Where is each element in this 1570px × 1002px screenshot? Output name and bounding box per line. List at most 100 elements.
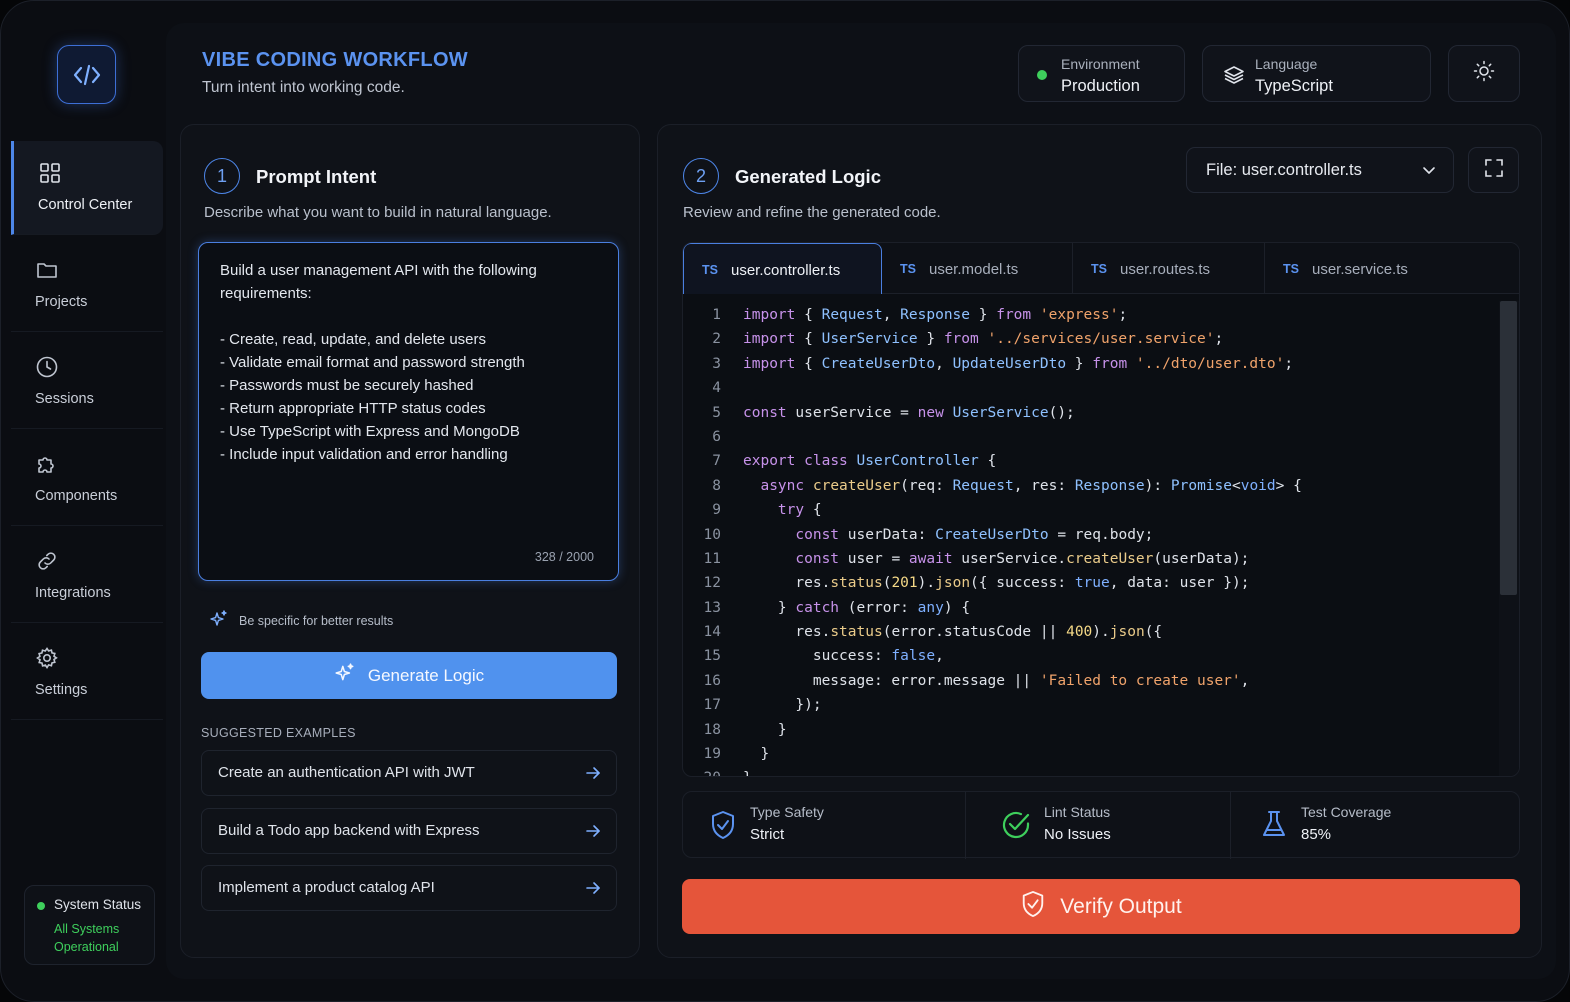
line-number: 17 bbox=[703, 697, 721, 714]
code-line: 6 bbox=[683, 425, 1499, 449]
ts-badge: TS bbox=[1091, 262, 1107, 276]
metric-value: No Issues bbox=[1044, 826, 1111, 843]
metric-value: 85% bbox=[1301, 826, 1332, 843]
main-panel: VIBE CODING WORKFLOW Turn intent into wo… bbox=[166, 23, 1556, 979]
tab-label: user.controller.ts bbox=[731, 262, 841, 279]
scrollbar-thumb[interactable] bbox=[1500, 301, 1517, 595]
line-number: 19 bbox=[703, 746, 721, 763]
code-line: 20} bbox=[683, 766, 1499, 776]
line-number: 10 bbox=[703, 526, 721, 543]
flask-icon bbox=[1261, 809, 1287, 844]
code-metrics: Type Safety Strict Lint Status No Issues bbox=[682, 791, 1520, 859]
sidebar-item-components[interactable]: Components bbox=[11, 432, 163, 526]
app-window: Control Center Projects Sessions Compone… bbox=[0, 0, 1570, 1002]
code-content[interactable]: 1 import { Request, Response } from 'expr… bbox=[683, 303, 1499, 776]
line-number: 2 bbox=[712, 331, 721, 348]
shield-check-icon bbox=[1020, 890, 1046, 924]
sparkle-icon bbox=[209, 609, 229, 632]
language-label: Language bbox=[1255, 56, 1318, 72]
language-selector[interactable]: Language TypeScript bbox=[1202, 45, 1431, 102]
ts-badge: TS bbox=[900, 262, 916, 276]
layers-icon bbox=[1223, 64, 1245, 91]
line-number: 8 bbox=[712, 477, 721, 494]
theme-toggle-button[interactable] bbox=[1448, 45, 1520, 102]
line-number: 18 bbox=[703, 721, 721, 738]
gear-icon bbox=[35, 646, 59, 670]
grid-icon bbox=[38, 161, 62, 185]
environment-status-dot bbox=[1037, 70, 1047, 80]
file-tabs: TS user.controller.ts TS user.model.ts T… bbox=[683, 243, 1519, 294]
prompt-intent-card: 1 Prompt Intent Describe what you want t… bbox=[180, 124, 640, 958]
code-text: } bbox=[760, 746, 770, 763]
sidebar-item-label: Components bbox=[35, 488, 118, 504]
step-number: 1 bbox=[204, 158, 240, 194]
verify-output-button[interactable]: Verify Output bbox=[682, 879, 1520, 934]
line-number: 1 bbox=[712, 307, 721, 323]
line-number: 5 bbox=[712, 404, 721, 421]
line-number: 3 bbox=[712, 355, 721, 372]
code-text: try { bbox=[777, 502, 822, 519]
link-icon bbox=[35, 549, 59, 573]
line-number: 9 bbox=[712, 502, 721, 519]
sidebar-item-sessions[interactable]: Sessions bbox=[11, 335, 163, 429]
code-text: const userService = new UserService(); bbox=[743, 404, 1075, 421]
code-line: 17 }); bbox=[683, 693, 1499, 717]
code-line: 7 export class UserController { bbox=[683, 449, 1499, 473]
generate-logic-button[interactable]: Generate Logic bbox=[201, 652, 617, 699]
prompt-textarea[interactable]: Build a user management API with the fol… bbox=[198, 242, 619, 581]
sparkle-icon bbox=[334, 662, 356, 689]
code-line: 15 success: false, bbox=[683, 644, 1499, 668]
code-text: import { UserService } from '../services… bbox=[743, 331, 1224, 348]
status-title: System Status bbox=[54, 897, 142, 912]
code-line: 9 try { bbox=[683, 498, 1499, 522]
code-text: async createUser(req: Request, res: Resp… bbox=[760, 477, 1302, 494]
suggestion-item[interactable]: Build a Todo app backend with Express bbox=[201, 808, 617, 854]
code-line: 12 res.status(201).json({ success: true,… bbox=[683, 571, 1499, 595]
file-selector[interactable]: File: user.controller.ts bbox=[1186, 147, 1454, 193]
code-icon[interactable] bbox=[57, 45, 116, 104]
fullscreen-button[interactable] bbox=[1468, 147, 1519, 193]
folder-icon bbox=[35, 258, 59, 282]
suggestion-item[interactable]: Implement a product catalog API bbox=[201, 865, 617, 911]
prompt-text[interactable]: Build a user management API with the fol… bbox=[220, 259, 600, 466]
code-line: 18 } bbox=[683, 718, 1499, 742]
arrow-right-icon bbox=[584, 822, 602, 845]
system-status-card: System Status All Systems Operational bbox=[24, 885, 155, 965]
code-line: 1 import { Request, Response } from 'expr… bbox=[683, 303, 1499, 327]
code-line: 10 const userData: CreateUserDto = req.b… bbox=[683, 523, 1499, 547]
suggestion-label: Implement a product catalog API bbox=[218, 879, 435, 896]
tab-user-service[interactable]: TS user.service.ts bbox=[1265, 243, 1519, 294]
metric-label: Lint Status bbox=[1044, 804, 1111, 820]
environment-selector[interactable]: Environment Production bbox=[1018, 45, 1185, 102]
sidebar-item-projects[interactable]: Projects bbox=[11, 238, 163, 332]
expand-icon bbox=[1484, 158, 1504, 183]
status-value: All Systems Operational bbox=[54, 922, 120, 954]
arrow-right-icon bbox=[584, 879, 602, 902]
sidebar-item-integrations[interactable]: Integrations bbox=[11, 529, 163, 623]
sidebar-item-label: Settings bbox=[35, 682, 88, 698]
tab-user-model[interactable]: TS user.model.ts bbox=[882, 243, 1073, 294]
status-dot bbox=[37, 902, 45, 910]
code-editor[interactable]: TS user.controller.ts TS user.model.ts T… bbox=[682, 242, 1520, 777]
line-number: 4 bbox=[712, 380, 721, 397]
line-number: 14 bbox=[703, 624, 721, 641]
sidebar-item-control-center[interactable]: Control Center bbox=[11, 141, 163, 235]
generated-logic-card: 2 Generated Logic Review and refine the … bbox=[657, 124, 1542, 958]
arrow-right-icon bbox=[584, 764, 602, 787]
code-text: const userData: CreateUserDto = req.body… bbox=[795, 526, 1154, 543]
page-title: VIBE CODING WORKFLOW bbox=[202, 49, 468, 71]
tab-label: user.routes.ts bbox=[1120, 261, 1211, 278]
code-text: success: false, bbox=[812, 648, 944, 665]
tab-user-controller[interactable]: TS user.controller.ts bbox=[683, 243, 882, 294]
tab-user-routes[interactable]: TS user.routes.ts bbox=[1073, 243, 1265, 294]
code-text: const user = await userService.createUse… bbox=[795, 550, 1250, 567]
page-subtitle: Turn intent into working code. bbox=[202, 79, 405, 96]
code-line: 13 } catch (error: any) { bbox=[683, 596, 1499, 620]
sidebar-item-settings[interactable]: Settings bbox=[11, 626, 163, 720]
code-text: message: error.message || 'Failed to cre… bbox=[812, 672, 1250, 689]
card-title: Prompt Intent bbox=[256, 166, 377, 187]
code-text: }); bbox=[795, 697, 822, 714]
suggestion-item[interactable]: Create an authentication API with JWT bbox=[201, 750, 617, 796]
suggested-examples-heading: SUGGESTED EXAMPLES bbox=[201, 726, 356, 740]
shield-icon bbox=[709, 810, 737, 845]
